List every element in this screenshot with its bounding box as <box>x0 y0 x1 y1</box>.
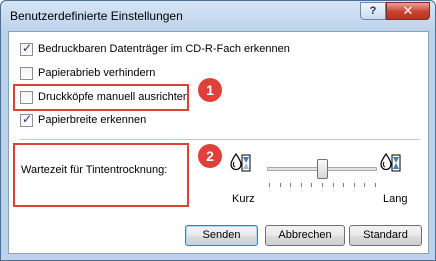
slider-tick <box>364 183 366 187</box>
window-title: Benutzerdefinierte Einstellungen <box>10 9 183 23</box>
cancel-button[interactable]: Abbrechen <box>265 225 345 246</box>
title-bar[interactable]: Benutzerdefinierte Einstellungen ? ✕ <box>1 1 435 31</box>
annotation-highlight-2 <box>13 143 189 207</box>
checkbox-detect-paper-width[interactable] <box>20 112 33 127</box>
checkbox-prevent-abrasion[interactable] <box>20 66 33 80</box>
water-drop-long-icon <box>380 152 402 174</box>
slider-tick <box>332 183 334 187</box>
slider-tick <box>269 183 270 187</box>
drying-time-slider-thumb[interactable] <box>316 159 328 179</box>
slider-tick <box>300 183 302 187</box>
option-prevent-abrasion[interactable]: Papierabrieb verhindern <box>20 65 155 81</box>
slider-max-label: Lang <box>383 193 408 205</box>
option-detect-cdr[interactable]: Bedruckbaren Datenträger im CD-R-Fach er… <box>20 41 290 57</box>
separator <box>20 139 420 140</box>
checkbox-detect-cdr[interactable] <box>20 41 33 56</box>
help-button[interactable]: ? <box>360 2 386 20</box>
option-label: Papierabrieb verhindern <box>38 67 156 79</box>
dialog-body: Bedruckbaren Datenträger im CD-R-Fach er… <box>8 31 429 254</box>
annotation-highlight-1 <box>13 84 189 111</box>
option-detect-paper-width[interactable]: Papierbreite erkennen <box>20 112 146 128</box>
standard-button[interactable]: Standard <box>349 225 422 246</box>
slider-tick <box>353 183 355 187</box>
annotation-badge-1: 1 <box>198 78 222 102</box>
slider-tick <box>343 183 345 187</box>
slider-min-label: Kurz <box>232 193 255 205</box>
send-button[interactable]: Senden <box>185 225 258 246</box>
option-label: Papierbreite erkennen <box>38 114 147 126</box>
slider-tick <box>290 183 292 187</box>
option-label: Bedruckbaren Datenträger im CD-R-Fach er… <box>38 43 290 55</box>
water-drop-short-icon <box>230 152 252 174</box>
slider-tick <box>322 183 323 187</box>
slider-tick <box>311 183 313 187</box>
annotation-badge-2: 2 <box>198 144 222 168</box>
close-button[interactable]: ✕ <box>386 2 430 20</box>
slider-tick <box>375 183 376 187</box>
dialog-window: Benutzerdefinierte Einstellungen ? ✕ Bed… <box>0 0 436 261</box>
slider-tick <box>279 183 281 187</box>
